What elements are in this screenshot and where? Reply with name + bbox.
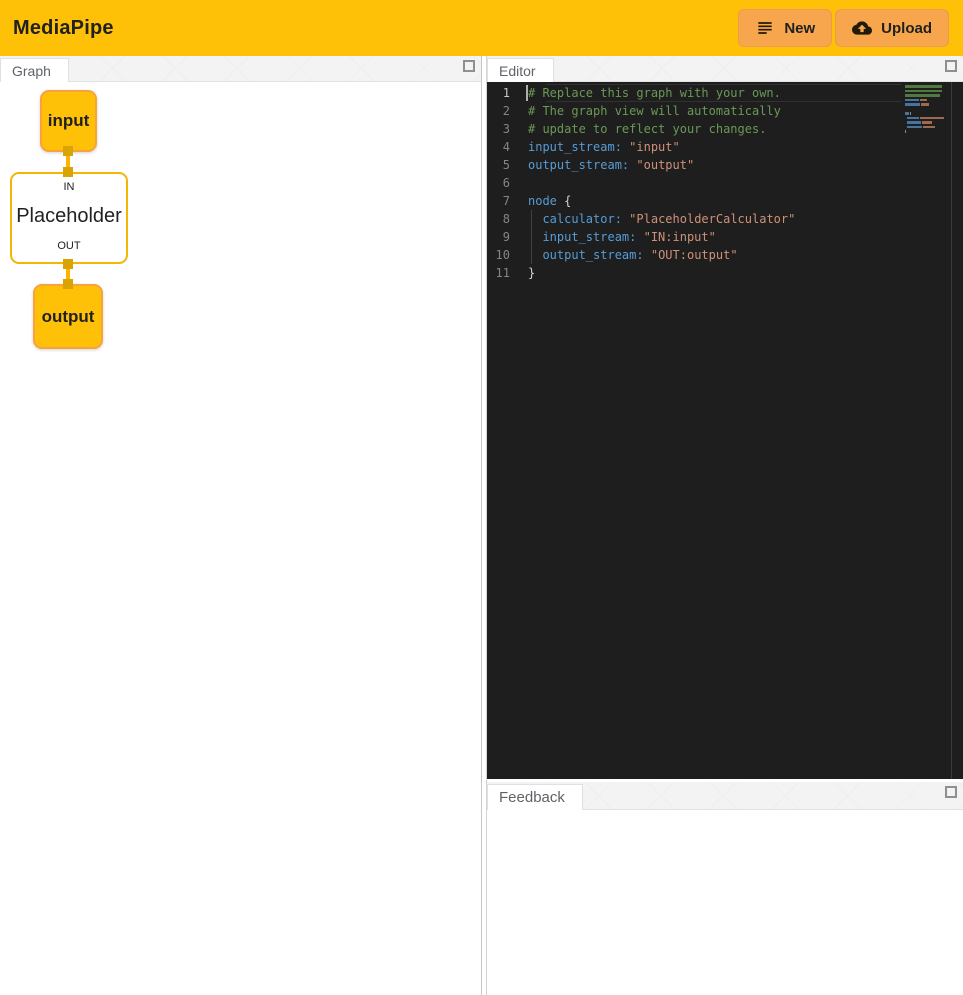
editor-line[interactable]: 9 input_stream: "IN:input" (487, 228, 901, 246)
right-column: Editor 1# Replace this graph with your o… (486, 56, 963, 995)
node-label: Placeholder (16, 205, 122, 228)
code-line: calculator: "PlaceholderCalculator" (528, 210, 901, 228)
line-number: 7 (487, 192, 528, 210)
connector-dot (63, 146, 73, 156)
editor-line[interactable]: 8 calculator: "PlaceholderCalculator" (487, 210, 901, 228)
line-number: 5 (487, 156, 528, 174)
scrollbar-track[interactable] (951, 82, 952, 779)
editor-line[interactable]: 6 (487, 174, 901, 192)
subject-icon (755, 18, 775, 38)
code-line: input_stream: "input" (528, 138, 901, 156)
node-label: input (48, 111, 90, 131)
line-number: 6 (487, 174, 528, 192)
code-line: # Replace this graph with your own. (528, 84, 901, 102)
code-line (528, 174, 901, 192)
code-line: output_stream: "OUT:output" (528, 246, 901, 264)
editor-line[interactable]: 2# The graph view will automatically (487, 102, 901, 120)
feedback-content (487, 810, 963, 995)
maximize-icon[interactable] (945, 60, 957, 72)
text-cursor (526, 85, 528, 101)
app-title: MediaPipe (13, 17, 114, 40)
new-button-label: New (784, 20, 815, 37)
code-line: node { (528, 192, 901, 210)
editor-line[interactable]: 7node { (487, 192, 901, 210)
line-number: 3 (487, 120, 528, 138)
editor-line[interactable]: 4input_stream: "input" (487, 138, 901, 156)
line-number: 11 (487, 264, 528, 282)
editor-lines: 1# Replace this graph with your own.2# T… (487, 84, 901, 282)
app-header: MediaPipe New Upload (0, 0, 963, 56)
connector-dot (63, 259, 73, 269)
feedback-tab-label: Feedback (499, 789, 565, 806)
graph-node-placeholder[interactable]: IN Placeholder OUT (10, 172, 128, 264)
connector-dot (63, 279, 73, 289)
code-line: # update to reflect your changes. (528, 120, 901, 138)
new-button[interactable]: New (738, 9, 832, 47)
cloud-upload-icon (852, 18, 872, 38)
line-number: 8 (487, 210, 528, 228)
editor-line[interactable]: 11} (487, 264, 901, 282)
upload-button-label: Upload (881, 20, 932, 37)
upload-button[interactable]: Upload (835, 9, 949, 47)
minimap[interactable] (905, 85, 945, 135)
editor-tab-label: Editor (499, 63, 536, 79)
line-number: 2 (487, 102, 528, 120)
feedback-tab[interactable]: Feedback (487, 784, 583, 810)
line-number: 9 (487, 228, 528, 246)
port-in-label: IN (64, 181, 75, 193)
editor-line[interactable]: 10 output_stream: "OUT:output" (487, 246, 901, 264)
maximize-icon[interactable] (463, 60, 475, 72)
graph-tab-label: Graph (12, 63, 51, 79)
code-line: input_stream: "IN:input" (528, 228, 901, 246)
code-line: } (528, 264, 901, 282)
feedback-tabstrip: Feedback (487, 782, 963, 810)
feedback-panel: Feedback (487, 782, 963, 995)
maximize-icon[interactable] (945, 786, 957, 798)
editor-line[interactable]: 3# update to reflect your changes. (487, 120, 901, 138)
line-number: 4 (487, 138, 528, 156)
header-buttons: New Upload (738, 9, 949, 47)
port-out-label: OUT (57, 240, 80, 252)
editor-line[interactable]: 1# Replace this graph with your own. (487, 84, 901, 102)
graph-node-output[interactable]: output (33, 284, 103, 349)
graph-tab[interactable]: Graph (0, 58, 69, 82)
editor-tab[interactable]: Editor (487, 58, 554, 82)
editor-line[interactable]: 5output_stream: "output" (487, 156, 901, 174)
graph-canvas[interactable]: input IN Placeholder OUT output (0, 82, 481, 995)
connector-dot (63, 167, 73, 177)
code-line: output_stream: "output" (528, 156, 901, 174)
editor-tabstrip: Editor (487, 56, 963, 82)
node-label: output (42, 307, 95, 327)
editor-panel: Editor 1# Replace this graph with your o… (487, 56, 963, 779)
code-editor[interactable]: 1# Replace this graph with your own.2# T… (487, 82, 963, 779)
line-number: 10 (487, 246, 528, 264)
line-number: 1 (487, 84, 528, 102)
code-line: # The graph view will automatically (528, 102, 901, 120)
graph-tabstrip: Graph (0, 56, 481, 82)
graph-panel: Graph input IN Placeholder OUT output (0, 56, 482, 995)
graph-node-input[interactable]: input (40, 90, 97, 152)
